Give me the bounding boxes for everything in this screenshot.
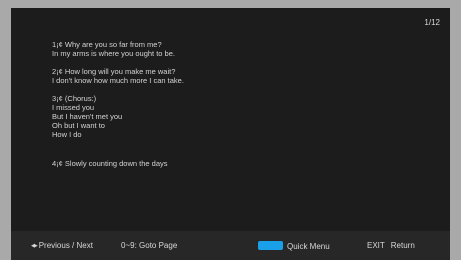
page-indicator: 1/12: [424, 18, 440, 27]
exit-key-label: EXIT: [367, 241, 385, 250]
lyrics-line: I don't know how much more I can take.: [52, 76, 184, 85]
return-label: Return: [390, 241, 415, 250]
goto-page-hint[interactable]: 0~9: Goto Page: [121, 241, 177, 250]
key-hint-bar: ◀▶ Previous / Next 0~9: Goto Page Quick M…: [11, 231, 450, 260]
lyrics-line: I missed you: [52, 103, 95, 112]
lyrics-line: In my arms is where you ought to be.: [52, 49, 175, 58]
lyrics-line: 4¡¢ Slowly counting down the days: [52, 159, 168, 168]
goto-page-label: 0~9: Goto Page: [121, 241, 178, 250]
lyrics-line: How I do: [52, 130, 82, 139]
lyrics-screen: 1/12 1¡¢ Why are you so far from me? In …: [11, 8, 450, 260]
lyrics-stanza-3: 3¡¢ (Chorus:) I missed you But I haven't…: [52, 94, 412, 139]
lyrics-text: 1¡¢ Why are you so far from me? In my ar…: [52, 40, 412, 177]
blue-key-icon: [258, 241, 283, 250]
exit-return-hint[interactable]: EXIT Return: [367, 241, 415, 250]
quick-menu-label: Quick Menu: [287, 242, 330, 251]
lyrics-line: 3¡¢ (Chorus:): [52, 94, 97, 103]
previous-next-hint[interactable]: ◀▶ Previous / Next: [31, 241, 93, 250]
lyrics-line: 2¡¢ How long will you make me wait?: [52, 67, 176, 76]
previous-next-label: Previous / Next: [38, 241, 93, 250]
quick-menu-hint[interactable]: Quick Menu: [258, 241, 330, 251]
lyrics-line: Oh but I want to: [52, 121, 105, 130]
left-right-arrows-icon: ◀▶: [31, 243, 38, 249]
lyrics-stanza-2: 2¡¢ How long will you make me wait? I do…: [52, 67, 412, 85]
lyrics-stanza-4: 4¡¢ Slowly counting down the days: [52, 159, 412, 168]
lyrics-line: 1¡¢ Why are you so far from me?: [52, 40, 162, 49]
lyrics-stanza-1: 1¡¢ Why are you so far from me? In my ar…: [52, 40, 412, 58]
lyrics-line: But I haven't met you: [52, 112, 123, 121]
